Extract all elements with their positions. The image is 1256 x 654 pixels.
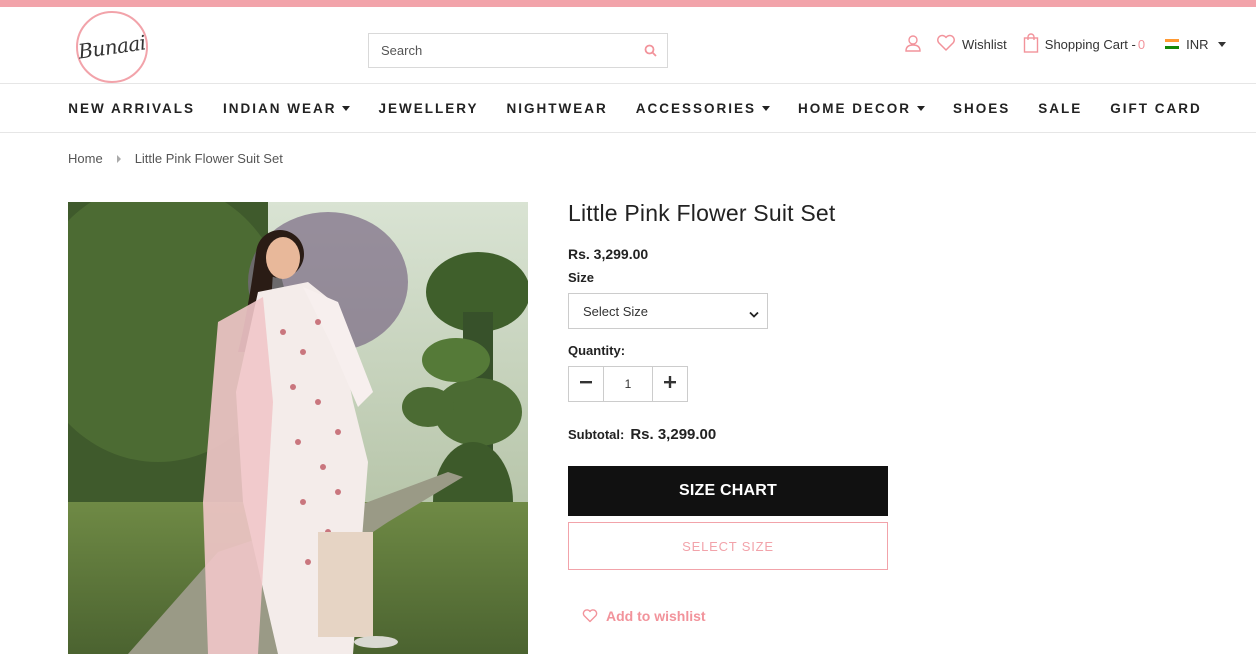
select-size-button[interactable]: SELECT SIZE (568, 522, 888, 570)
chevron-down-icon (1218, 41, 1227, 47)
nav-label: INDIAN WEAR (222, 100, 337, 116)
cart-label: Shopping Cart - (1044, 36, 1136, 52)
add-to-wishlist-button[interactable]: Add to wishlist (582, 608, 706, 624)
nav-label: SALE (1038, 100, 1083, 116)
quantity-increase-button[interactable] (652, 366, 688, 402)
product-info: Little Pink Flower Suit Set Rs. 3,299.00… (568, 200, 898, 624)
shopping-cart-link[interactable]: Shopping Cart - 0 (1023, 32, 1146, 56)
shopping-bag-icon (1023, 32, 1039, 56)
search-box (368, 33, 668, 68)
nav-label: ACCESSORIES (635, 100, 756, 116)
nav-label: JEWELLERY (378, 100, 479, 116)
nav-accessories[interactable]: ACCESSORIES (636, 101, 770, 116)
size-label: Size (568, 270, 595, 285)
breadcrumb: Home Little Pink Flower Suit Set (68, 151, 283, 166)
plus-icon (664, 375, 676, 393)
subtotal-value: Rs. 3,299.00 (630, 426, 717, 443)
dropdown-caret-icon (917, 105, 926, 111)
size-chart-button[interactable]: SIZE CHART (568, 466, 888, 516)
breadcrumb-home[interactable]: Home (68, 151, 103, 166)
minus-icon (580, 375, 592, 393)
size-select-value: Select Size (583, 303, 649, 319)
user-account-icon[interactable] (904, 34, 922, 55)
breadcrumb-current: Little Pink Flower Suit Set (134, 151, 283, 166)
india-flag-icon (1165, 39, 1180, 49)
dropdown-caret-icon (342, 105, 351, 111)
breadcrumb-separator-icon (116, 154, 121, 163)
nav-label: NEW ARRIVALS (68, 100, 195, 116)
nav-home-decor[interactable]: HOME DECOR (798, 100, 926, 116)
subtotal-label: Subtotal: (568, 427, 625, 442)
currency-label: INR (1186, 36, 1209, 52)
nav-label: NIGHTWEAR (506, 100, 608, 116)
quantity-stepper: 1 (568, 366, 688, 402)
wishlist-link[interactable]: Wishlist (936, 34, 1007, 55)
product-price: Rs. 3,299.00 (568, 246, 649, 262)
nav-label: HOME DECOR (798, 100, 912, 116)
nav-sale[interactable]: SALE (1038, 101, 1082, 116)
main-navigation: NEW ARRIVALS INDIAN WEAR JEWELLERY NIGHT… (0, 84, 1256, 133)
nav-shoes[interactable]: SHOES (953, 101, 1010, 116)
product-photo-illustration (68, 202, 528, 654)
subtotal: Subtotal: Rs. 3,299.00 (568, 426, 716, 443)
heart-icon (582, 609, 598, 623)
search-icon[interactable] (644, 44, 657, 62)
nav-label: GIFT CARD (1110, 100, 1202, 116)
dropdown-caret-icon (762, 105, 770, 111)
nav-jewellery[interactable]: JEWELLERY (378, 101, 478, 116)
chevron-down-icon (749, 307, 759, 322)
size-select[interactable]: Select Size (568, 293, 768, 329)
cart-count: 0 (1137, 36, 1146, 52)
brand-logo-text: Bunaai (76, 30, 148, 64)
nav-label: SHOES (953, 100, 1011, 116)
currency-selector[interactable]: INR (1165, 36, 1227, 52)
nav-gift-card[interactable]: GIFT CARD (1110, 101, 1202, 116)
nav-nightwear[interactable]: NIGHTWEAR (506, 101, 607, 116)
brand-logo[interactable]: Bunaai (76, 11, 148, 83)
top-accent-bar (0, 0, 1256, 7)
header-actions: Wishlist Shopping Cart - 0 INR (904, 32, 1227, 56)
heart-icon (936, 34, 956, 55)
search-input[interactable] (369, 34, 629, 67)
product-title: Little Pink Flower Suit Set (568, 200, 836, 226)
wishlist-label: Wishlist (962, 36, 1007, 52)
quantity-label: Quantity: (568, 343, 626, 358)
quantity-input[interactable]: 1 (604, 366, 652, 402)
quantity-decrease-button[interactable] (568, 366, 604, 402)
product-image[interactable] (68, 202, 528, 654)
site-header: Bunaai Wishlist Shopping Cart - 0 INR (0, 7, 1256, 84)
nav-new-arrivals[interactable]: NEW ARRIVALS (68, 101, 195, 116)
add-to-wishlist-label: Add to wishlist (606, 608, 706, 624)
nav-indian-wear[interactable]: INDIAN WEAR (223, 101, 351, 116)
